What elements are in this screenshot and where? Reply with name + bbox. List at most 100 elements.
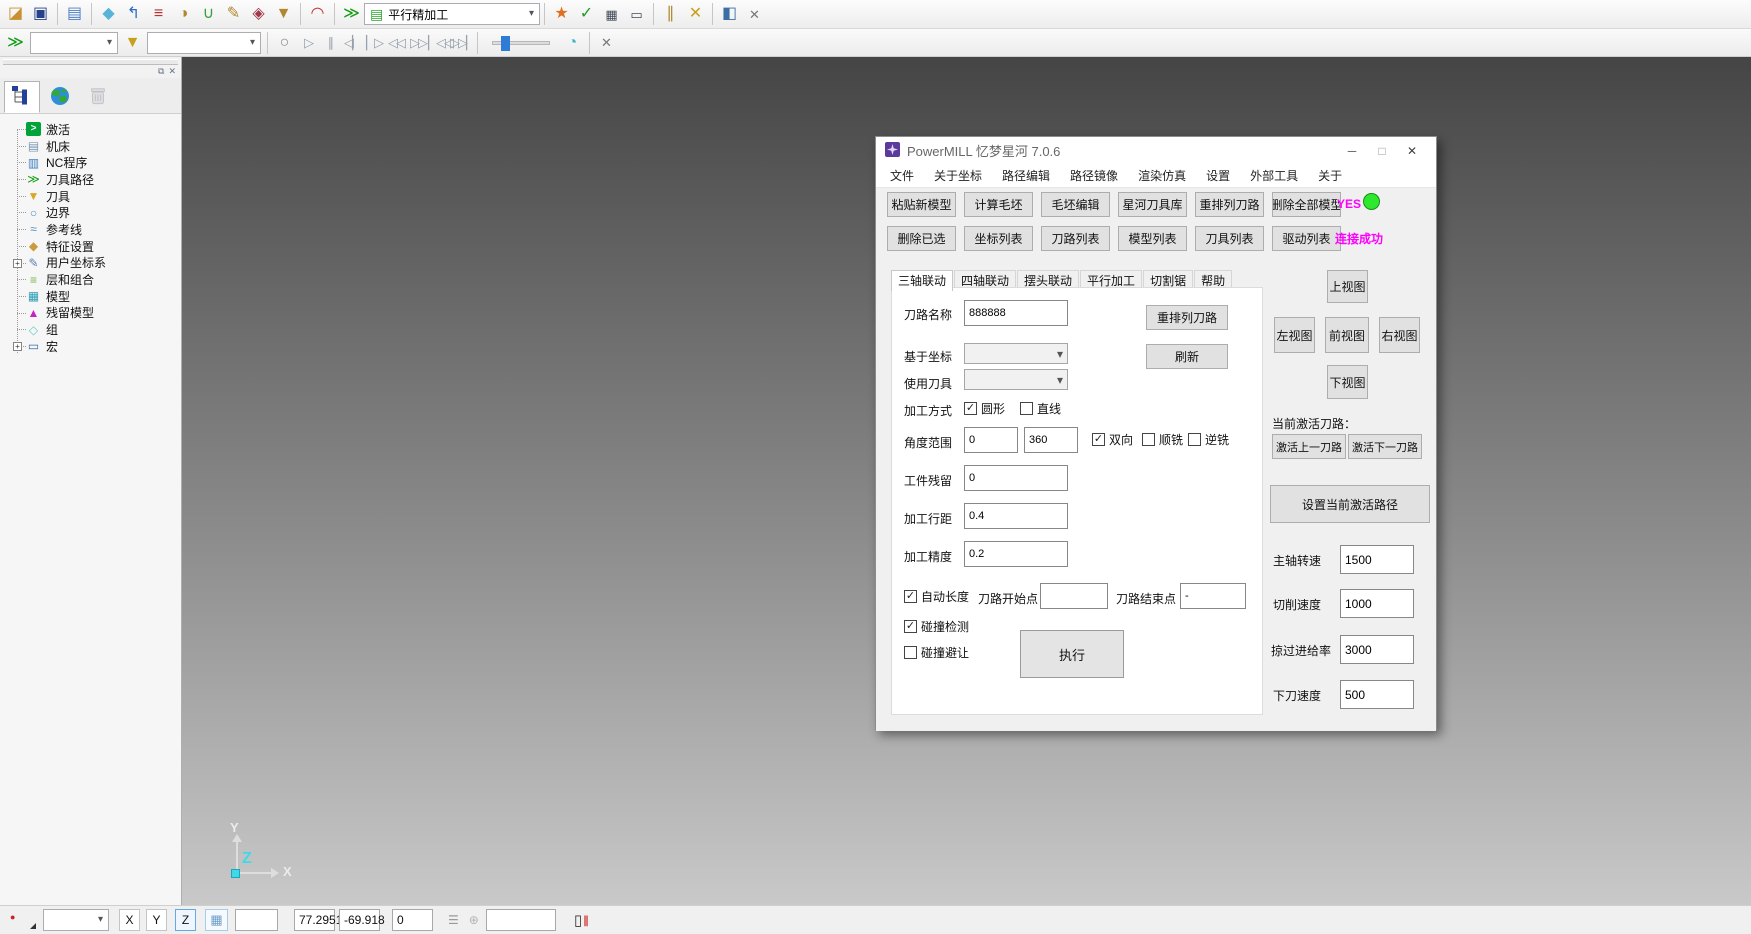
maximize-icon[interactable]: □ [1367,140,1397,162]
pause-button[interactable]: ∥ [319,32,341,54]
axis-y-button[interactable]: Y [146,909,167,931]
axis-z-button[interactable]: Z [175,909,196,931]
feeds-icon[interactable]: ≡ [146,2,171,26]
circle-checkbox[interactable]: ✓ 圆形 [964,400,1005,417]
menu-path-mirror[interactable]: 路径镜像 [1060,167,1128,184]
panel-toggle[interactable]: ▯ ∥ [574,913,589,928]
skim-feed-input[interactable]: 3000 [1340,635,1414,664]
menu-coords[interactable]: 关于坐标 [924,167,992,184]
view-left-button[interactable]: 左视图 [1274,317,1315,353]
view-front-button[interactable]: 前视图 [1325,317,1369,353]
grid-size-field[interactable] [235,909,278,931]
stock-edit-button[interactable]: 毛坯编辑 [1041,192,1110,217]
spindle-speed-input[interactable]: 1500 [1340,545,1414,574]
open-project-icon[interactable]: ◪ [3,2,28,26]
grid-toggle-button[interactable]: ▦ [205,909,228,931]
execute-button[interactable]: 执行 [1020,630,1124,678]
statusbar-combo[interactable]: ▾ [43,909,109,931]
activate-next-toolpath-button[interactable]: 激活下一刀路 [1348,434,1422,459]
step-back-button[interactable]: ◁▏ [341,32,363,54]
collision-check-icon[interactable]: ★ [549,2,574,26]
close-icon[interactable]: ✕ [1397,140,1427,162]
expand-toggle-icon[interactable]: + [13,259,22,268]
step-forward-button[interactable]: ▏▷ [363,32,385,54]
view-bottom-button[interactable]: 下视图 [1327,365,1368,399]
coords-list-button[interactable]: 坐标列表 [964,226,1033,251]
tab-recycle-bin[interactable] [80,81,116,113]
tab-3axis[interactable]: 三轴联动 [891,270,953,291]
xinghe-tool-library-button[interactable]: 星河刀具库 [1118,192,1187,217]
menu-file[interactable]: 文件 [880,167,924,184]
tool-combo[interactable]: ▾ [964,369,1068,390]
cursor-x-field[interactable]: 77.2951 [294,909,335,931]
auto-length-checkbox[interactable]: ✓ 自动长度 [904,588,969,605]
collision-check-checkbox[interactable]: ✓ 碰撞检测 [904,618,969,635]
minimize-icon[interactable]: ─ [1337,140,1367,162]
cutting-feed-input[interactable]: 1000 [1340,589,1414,618]
activate-prev-toolpath-button[interactable]: 激活上一刀路 [1272,434,1346,459]
toolpath-select-combo[interactable]: ▾ [30,32,118,54]
blocks-icon[interactable]: ◧ [717,2,742,26]
block-icon[interactable]: ◆ [96,2,121,26]
climb-checkbox[interactable]: ✓ 顺铣 [1142,431,1183,448]
delete-selected-button[interactable]: 删除已选 [887,226,956,251]
swap-arrows-icon[interactable]: ✕ [683,2,708,26]
save-icon[interactable]: ▣ [28,2,53,26]
start-point-input[interactable] [1040,583,1108,609]
verify-icon[interactable]: ✓ [574,2,599,26]
set-active-path-button[interactable]: 设置当前激活路径 [1270,485,1430,523]
xyz-list-icon[interactable]: ☰ [448,913,459,927]
tree-item-macros[interactable]: + ▭ 宏 [26,338,181,355]
coord-combo[interactable]: ▾ [964,343,1068,364]
tree-item-stock-models[interactable]: ▲ 残留模型 [26,305,181,322]
view-top-button[interactable]: 上视图 [1327,270,1368,303]
draw-options-flyout[interactable]: ● [3,909,39,932]
expand-toggle-icon[interactable]: + [13,342,22,351]
plunge-feed-input[interactable]: 500 [1340,680,1414,709]
lightbulb-icon[interactable]: ○ [272,31,297,55]
pattern-icon[interactable]: ◈ [246,2,271,26]
angle-to-input[interactable]: 360 [1024,427,1078,453]
toolpath-strategy-icon[interactable]: ↰ [121,2,146,26]
model-list-button[interactable]: 模型列表 [1118,226,1187,251]
menu-about[interactable]: 关于 [1308,167,1352,184]
tree-item-tools[interactable]: ▼ 刀具 [26,188,181,205]
tree-item-feature-sets[interactable]: ◆ 特征设置 [26,238,181,255]
simulation-speed-slider[interactable] [492,41,550,45]
fast-forward-button[interactable]: ▷▷ [407,32,429,54]
active-toolpath-icon[interactable]: ≫ [3,31,28,55]
refresh-button[interactable]: 刷新 [1146,344,1228,369]
workplane-icon[interactable]: ✎ [221,2,246,26]
menu-render-sim[interactable]: 渲染仿真 [1128,167,1196,184]
probe-icon[interactable]: ⊕ [469,913,479,927]
tool-database-icon[interactable]: ▼ [271,2,296,26]
toolpath-name-input[interactable]: 888888 [964,300,1068,326]
tree-item-toolpaths[interactable]: ≫ 刀具路径 [26,171,181,188]
tab-globe-view[interactable] [42,81,78,113]
tree-item-models[interactable]: ▦ 模型 [26,288,181,305]
clock-icon[interactable]: ◔ [560,31,585,55]
float-panel-icon[interactable]: ⧉ [158,66,164,77]
compute-stock-button[interactable]: 计算毛坯 [964,192,1033,217]
menu-external-tools[interactable]: 外部工具 [1240,167,1308,184]
stepover-input[interactable]: 0.4 [964,503,1068,529]
rearrange-toolpaths-button-2[interactable]: 重排列刀路 [1146,305,1228,330]
boundary-icon[interactable]: ∪ [196,2,221,26]
tool-pair-icon[interactable]: ∥ [658,2,683,26]
drive-list-button[interactable]: 驱动列表 [1272,226,1341,251]
tree-item-groups[interactable]: ◇ 组 [26,321,181,338]
rearrange-toolpaths-button[interactable]: 重排列刀路 [1195,192,1264,217]
toolbar1-close-icon[interactable]: ✕ [742,2,767,26]
strategy-combo[interactable]: ▤ 平行精加工 ▾ [364,3,540,25]
ruler-icon[interactable]: ▭ [624,2,649,26]
slider-handle[interactable] [501,36,510,51]
tool-select-combo[interactable]: ▾ [147,32,261,54]
active-toolpath-icon[interactable]: ≫ [339,2,364,26]
cursor-z-field[interactable]: 0 [392,909,433,931]
go-end-button[interactable]: ▷▷▏ [451,32,473,54]
print-icon[interactable]: ▤ [62,2,87,26]
cursor-y-field[interactable]: -69.918 [339,909,380,931]
tree-item-activate[interactable]: > 激活 [26,121,181,138]
tab-explorer-tree[interactable] [4,81,40,113]
toolbar2-close-icon[interactable]: ✕ [594,31,619,55]
